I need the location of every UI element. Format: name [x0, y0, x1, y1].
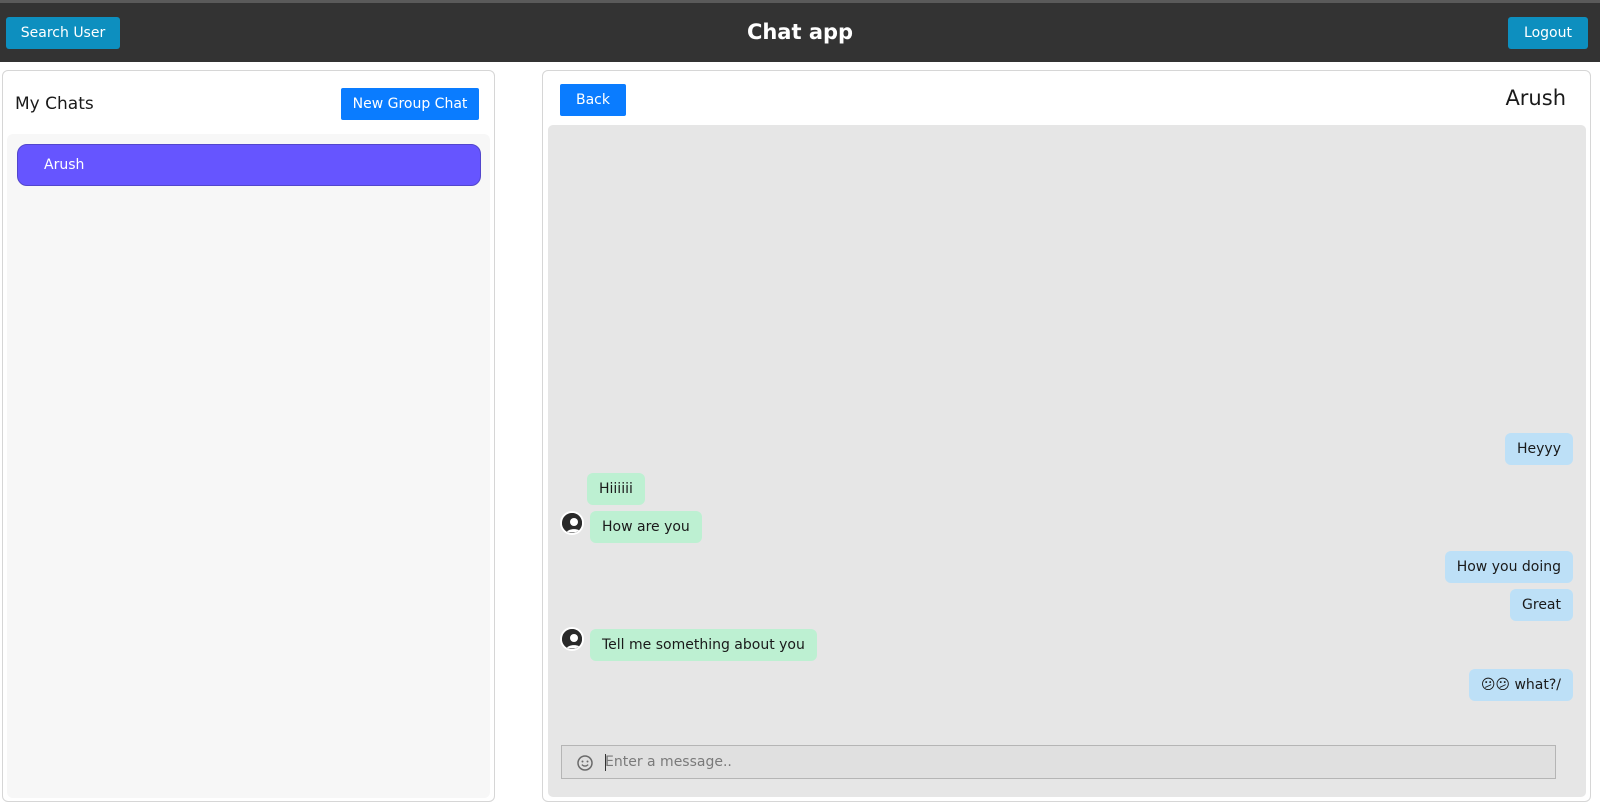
conversation-panel: Back Arush Heyyy Hiiiiii How are you How…: [542, 70, 1591, 802]
message-bubble-sent: Heyyy: [1505, 433, 1573, 465]
message-bubble-sent: How you doing: [1444, 551, 1573, 583]
logout-button[interactable]: Logout: [1508, 17, 1588, 49]
my-chats-panel: My Chats New Group Chat Arush: [2, 70, 495, 802]
conversation-contact-name: Arush: [1505, 86, 1566, 110]
text-caret: [605, 754, 606, 771]
new-group-chat-button[interactable]: New Group Chat: [341, 88, 479, 120]
top-navbar: Search User Chat app Logout: [0, 3, 1600, 62]
message-input[interactable]: [605, 746, 1545, 778]
chat-list-item-label: Arush: [44, 157, 85, 173]
message-bubble-received: How are you: [590, 511, 702, 543]
search-user-button[interactable]: Search User: [6, 17, 120, 49]
message-bubble-sent: Great: [1510, 589, 1573, 621]
smiley-icon[interactable]: [574, 752, 596, 774]
message-input-bar: [561, 745, 1556, 779]
messages-area[interactable]: Heyyy Hiiiiii How are you How you doing …: [548, 125, 1586, 797]
user-avatar-icon[interactable]: [560, 511, 584, 535]
app-title: Chat app: [746, 20, 854, 44]
back-button[interactable]: Back: [560, 84, 626, 116]
message-bubble-sent: 😕😕 what?/: [1468, 669, 1573, 701]
user-avatar-icon[interactable]: [560, 627, 584, 651]
message-bubble-received: Hiiiiii: [587, 473, 645, 505]
message-bubble-received: Tell me something about you: [590, 629, 817, 661]
chat-list: Arush: [7, 134, 490, 798]
my-chats-title: My Chats: [15, 94, 94, 114]
chat-list-item-arush[interactable]: Arush: [17, 144, 481, 186]
